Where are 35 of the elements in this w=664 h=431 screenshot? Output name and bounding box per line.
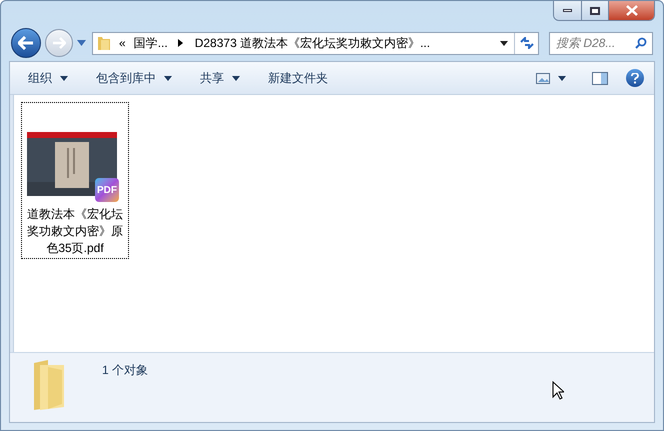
- minimize-button[interactable]: [554, 1, 581, 20]
- pdf-badge: PDF: [95, 178, 119, 202]
- mouse-cursor-icon: [552, 381, 564, 400]
- close-button[interactable]: [608, 1, 654, 20]
- toolbar-button[interactable]: 包含到库中: [88, 66, 180, 90]
- recent-pages-icon[interactable]: [77, 40, 86, 46]
- breadcrumb-item[interactable]: D28373 道教法本《宏化坛奖功敕文内密》...: [194, 34, 430, 52]
- toolbar-button[interactable]: 新建文件夹: [260, 66, 336, 90]
- file-item[interactable]: PDF 道教法本《宏化坛奖功敕文内密》原色35页.pdf: [21, 102, 129, 259]
- address-bar[interactable]: « 国学... D28373 道教法本《宏化坛奖功敕文内密》...: [92, 32, 539, 54]
- arrow-right-icon: [52, 37, 66, 49]
- breadcrumb-overflow[interactable]: «: [119, 34, 126, 52]
- search-icon: [635, 37, 647, 49]
- folder-icon: [97, 35, 111, 51]
- dropdown-icon[interactable]: [500, 40, 508, 46]
- toolbar-button[interactable]: 组织: [20, 66, 76, 90]
- maximize-button[interactable]: [581, 1, 608, 20]
- chevron-right-icon[interactable]: [178, 39, 183, 47]
- caret-icon: [60, 76, 68, 80]
- toolbar-button[interactable]: 共享: [192, 66, 248, 90]
- file-name: 道教法本《宏化坛奖功敕文内密》原色35页.pdf: [26, 206, 124, 257]
- question-mark-icon: [631, 72, 639, 84]
- caret-icon: [232, 76, 240, 80]
- caret-icon: [558, 76, 566, 80]
- refresh-icon: [520, 37, 534, 49]
- caret-icon: [164, 76, 172, 80]
- preview-pane-icon: [592, 72, 608, 84]
- search-field[interactable]: 搜索 D28...: [549, 32, 653, 54]
- picture-icon: [536, 72, 550, 84]
- breadcrumb-item[interactable]: 国学...: [134, 34, 168, 52]
- close-icon: [626, 5, 638, 16]
- arrow-left-icon: [18, 36, 34, 50]
- item-count: 1 个对象: [102, 362, 148, 379]
- back-button[interactable]: [11, 28, 41, 58]
- help-button[interactable]: [626, 69, 644, 87]
